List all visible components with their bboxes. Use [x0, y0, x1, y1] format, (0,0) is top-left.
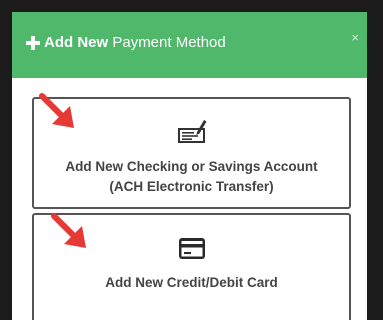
arrow-icon: [51, 213, 86, 248]
red-arrow-annotation: [50, 212, 90, 252]
payment-method-modal: Add New Payment Method × Add New Checkin…: [12, 12, 367, 320]
add-bank-account-line2: (ACH Electronic Transfer): [109, 179, 274, 194]
red-arrow-annotation: [38, 92, 78, 132]
add-bank-account-button[interactable]: Add New Checking or Savings Account (ACH…: [32, 97, 351, 209]
modal-title-strong: Add New: [44, 34, 109, 51]
modal-title-light: Payment Method: [112, 34, 226, 51]
close-icon[interactable]: ×: [351, 30, 359, 45]
arrow-icon: [39, 93, 74, 128]
modal-header: Add New Payment Method ×: [12, 12, 367, 78]
check-icon: [177, 120, 206, 143]
add-bank-account-line1: Add New Checking or Savings Account: [65, 159, 318, 174]
add-credit-card-label: Add New Credit/Debit Card: [105, 275, 278, 290]
plus-icon: [26, 36, 40, 50]
add-bank-account-label: Add New Checking or Savings Account (ACH…: [34, 157, 349, 197]
screenshot-frame: Add New Payment Method × Add New Checkin…: [0, 0, 383, 320]
modal-title: Add New Payment Method: [44, 34, 226, 52]
credit-card-icon: [178, 238, 205, 259]
